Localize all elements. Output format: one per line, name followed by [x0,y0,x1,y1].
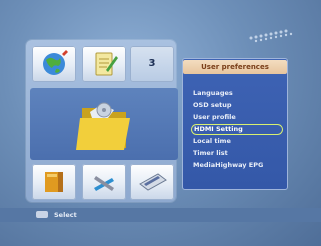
menu-item-local-time[interactable]: Local time [193,136,281,147]
tile-number[interactable]: 3 [130,46,174,82]
tile-book[interactable] [32,164,76,200]
menu-item-user-profile[interactable]: User profile [193,112,281,123]
tv-screen: 3 User preferences Languages OSD setup U… [0,0,321,246]
tile-number-label: 3 [148,58,156,69]
menu-item-timer-list[interactable]: Timer list [193,148,281,159]
selected-category-area [30,88,178,160]
tools-icon [94,176,114,191]
card-icon [139,173,167,191]
tile-tools[interactable] [82,164,126,200]
menu-item-mediahighway-epg[interactable]: MediaHighway EPG [193,160,281,171]
brand-dots-logo [249,29,293,43]
footer-bar: Select [0,208,321,222]
footer-select-label: Select [54,211,77,219]
ok-button-icon [36,211,48,218]
menu-item-osd-setup[interactable]: OSD setup [193,100,281,111]
menu-title: User preferences [183,60,287,74]
globe-icon [43,50,68,75]
tile-notepad[interactable] [82,46,126,82]
book-icon [45,172,63,192]
menu-item-languages[interactable]: Languages [193,88,281,99]
notepad-icon [95,52,118,76]
folder-icon [76,102,130,150]
user-preferences-menu: User preferences Languages OSD setup Use… [182,58,288,190]
tile-card[interactable] [130,164,174,200]
tile-globe[interactable] [32,46,76,82]
menu-item-hdmi-setting[interactable]: HDMI Setting [191,124,283,135]
